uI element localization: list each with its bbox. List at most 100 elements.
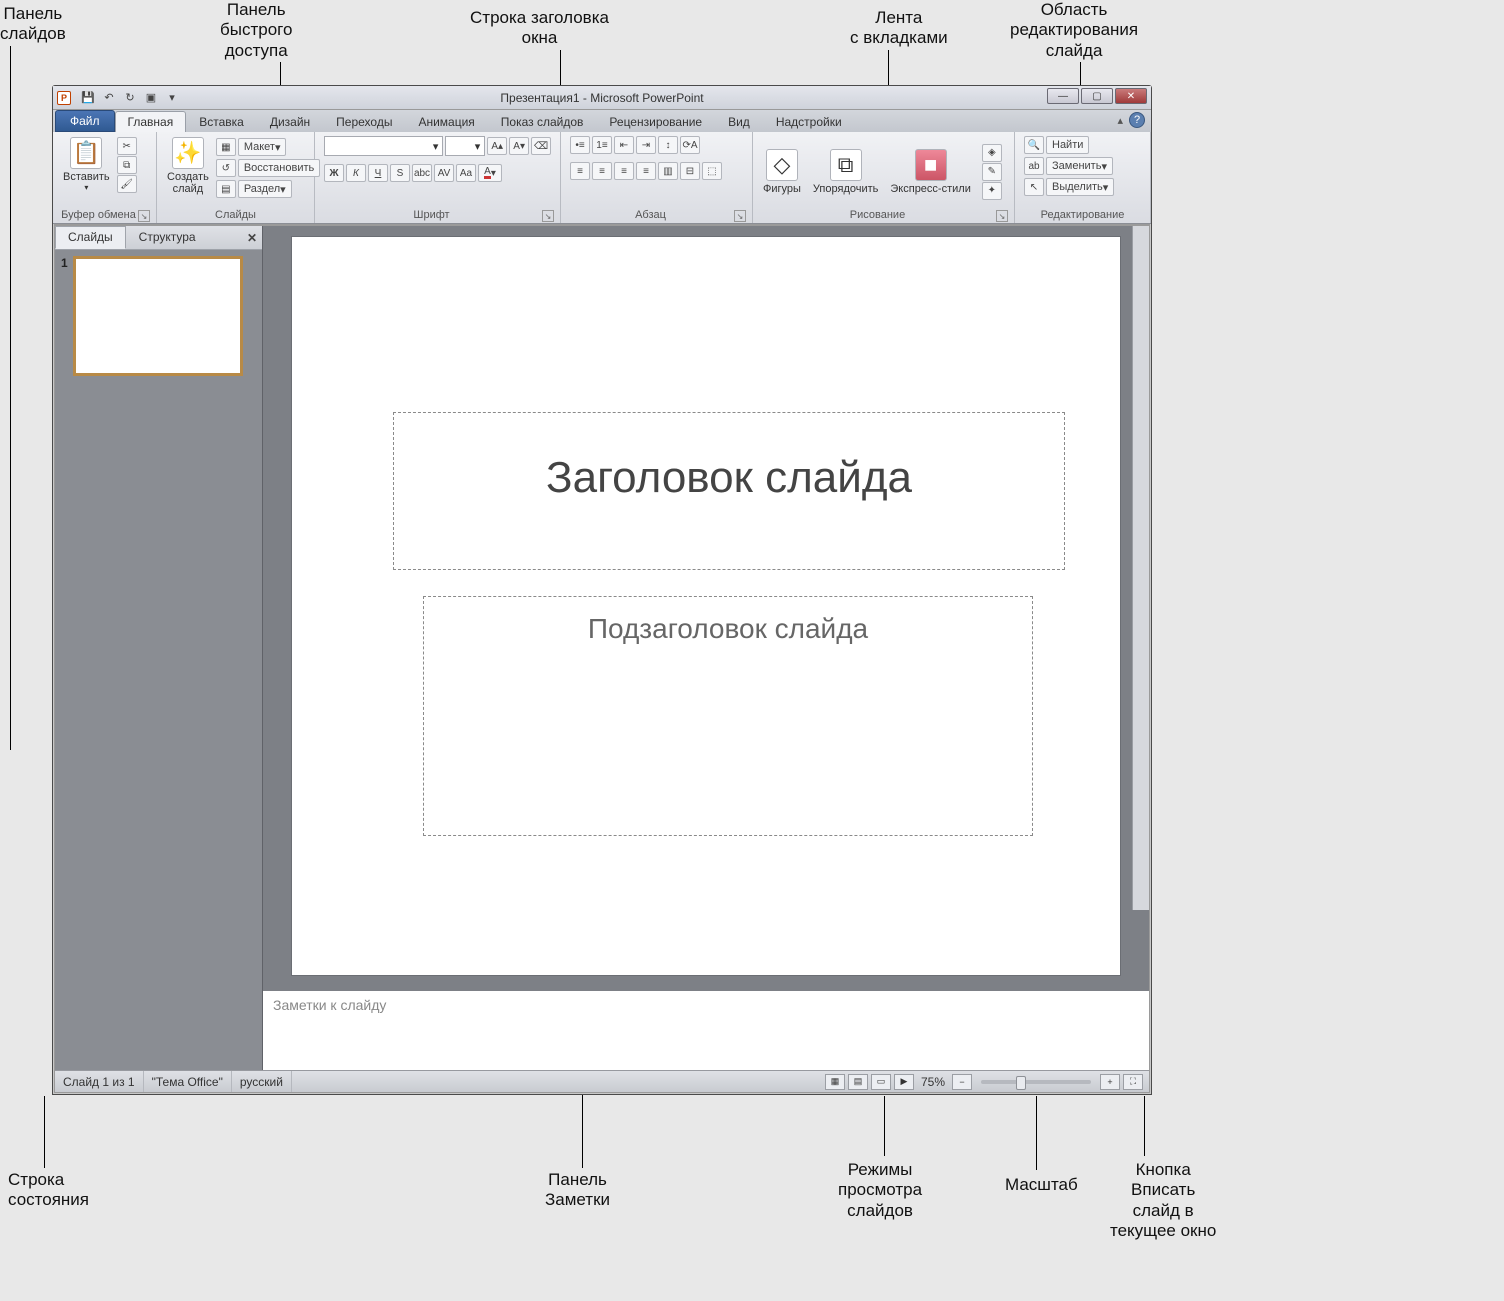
tab-transitions[interactable]: Переходы <box>323 111 405 132</box>
replace-button[interactable]: Заменить ▾ <box>1046 157 1113 175</box>
minimize-button[interactable]: — <box>1047 88 1079 104</box>
tab-outline[interactable]: Структура <box>126 226 209 249</box>
dialog-launcher-icon[interactable]: ↘ <box>996 210 1008 222</box>
group-drawing: ◇Фигуры ⧉Упорядочить ■Экспресс-стили ◈ ✎… <box>753 132 1015 223</box>
notes-pane[interactable]: Заметки к слайду <box>263 990 1149 1070</box>
align-left-icon[interactable]: ≡ <box>570 162 590 180</box>
strike-button[interactable]: S <box>390 164 410 182</box>
dialog-launcher-icon[interactable]: ↘ <box>734 210 746 222</box>
reset-button[interactable]: Восстановить <box>238 159 320 177</box>
align-text-icon[interactable]: ⊟ <box>680 162 700 180</box>
sorter-view-icon[interactable]: ▤ <box>848 1074 868 1090</box>
shape-fill-icon[interactable]: ◈ <box>982 144 1002 162</box>
tab-design[interactable]: Дизайн <box>257 111 323 132</box>
fit-to-window-icon[interactable]: ⛶ <box>1123 1074 1143 1090</box>
bold-button[interactable]: Ж <box>324 164 344 182</box>
shadow-button[interactable]: abc <box>412 164 432 182</box>
italic-button[interactable]: К <box>346 164 366 182</box>
status-slide-count[interactable]: Слайд 1 из 1 <box>55 1071 144 1092</box>
slideshow-icon[interactable]: ▣ <box>142 90 160 106</box>
shape-outline-icon[interactable]: ✎ <box>982 163 1002 181</box>
normal-view-icon[interactable]: ▦ <box>825 1074 845 1090</box>
ribbon: 📋 Вставить ▾ ✂ ⧉ 🖌 Буфер обмена ↘ ✨ <box>53 132 1151 224</box>
zoom-percent[interactable]: 75% <box>921 1075 945 1089</box>
convert-smartart-icon[interactable]: ⬚ <box>702 162 722 180</box>
shapes-button[interactable]: ◇Фигуры <box>759 147 805 197</box>
maximize-button[interactable]: ▢ <box>1081 88 1113 104</box>
cut-icon[interactable]: ✂ <box>117 137 137 155</box>
tab-slideshow[interactable]: Показ слайдов <box>488 111 597 132</box>
copy-icon[interactable]: ⧉ <box>117 156 137 174</box>
new-slide-button[interactable]: ✨ Создать слайд <box>163 135 213 197</box>
undo-icon[interactable]: ↶ <box>100 90 118 106</box>
tab-addins[interactable]: Надстройки <box>763 111 855 132</box>
close-panel-icon[interactable]: ✕ <box>242 226 262 249</box>
status-theme[interactable]: "Тема Office" <box>144 1071 232 1092</box>
find-button[interactable]: Найти <box>1046 136 1089 154</box>
underline-button[interactable]: Ч <box>368 164 388 182</box>
grow-font-icon[interactable]: A▴ <box>487 137 507 155</box>
subtitle-placeholder[interactable]: Подзаголовок слайда <box>423 596 1033 836</box>
shape-effects-icon[interactable]: ✦ <box>982 182 1002 200</box>
reading-view-icon[interactable]: ▭ <box>871 1074 891 1090</box>
columns-icon[interactable]: ▥ <box>658 162 678 180</box>
reset-icon[interactable]: ↺ <box>216 159 236 177</box>
bullets-icon[interactable]: •≡ <box>570 136 590 154</box>
change-case-button[interactable]: Aa <box>456 164 476 182</box>
format-painter-icon[interactable]: 🖌 <box>117 175 137 193</box>
tab-view[interactable]: Вид <box>715 111 763 132</box>
decrease-indent-icon[interactable]: ⇤ <box>614 136 634 154</box>
zoom-slider[interactable] <box>981 1080 1091 1084</box>
tab-slides-thumbnails[interactable]: Слайды <box>55 226 126 249</box>
font-name-combo[interactable]: ▾ <box>324 136 443 156</box>
vertical-scrollbar[interactable] <box>1132 226 1149 910</box>
font-color-button[interactable]: A▾ <box>478 164 502 182</box>
section-button[interactable]: Раздел ▾ <box>238 180 292 198</box>
status-right: ▦ ▤ ▭ ▶ 75% − + ⛶ <box>825 1074 1149 1090</box>
increase-indent-icon[interactable]: ⇥ <box>636 136 656 154</box>
title-placeholder[interactable]: Заголовок слайда <box>393 412 1065 570</box>
justify-icon[interactable]: ≡ <box>636 162 656 180</box>
spacing-button[interactable]: AV <box>434 164 454 182</box>
thumbnail-row[interactable]: 1 <box>55 250 262 382</box>
layout-icon[interactable]: ▦ <box>216 138 236 156</box>
slide-editing-area[interactable]: Заголовок слайда Подзаголовок слайда <box>263 226 1149 990</box>
group-label: Рисование <box>759 208 996 223</box>
ribbon-tabstrip: Файл Главная Вставка Дизайн Переходы Ани… <box>53 110 1151 132</box>
dialog-launcher-icon[interactable]: ↘ <box>138 210 150 222</box>
numbering-icon[interactable]: 1≡ <box>592 136 612 154</box>
tab-animation[interactable]: Анимация <box>405 111 487 132</box>
align-center-icon[interactable]: ≡ <box>592 162 612 180</box>
slideshow-view-icon[interactable]: ▶ <box>894 1074 914 1090</box>
group-label: Буфер обмена <box>59 208 138 223</box>
tab-review[interactable]: Рецензирование <box>596 111 715 132</box>
section-icon[interactable]: ▤ <box>216 180 236 198</box>
arrange-button[interactable]: ⧉Упорядочить <box>809 147 882 197</box>
tab-file[interactable]: Файл <box>55 110 115 132</box>
save-icon[interactable]: 💾 <box>79 90 97 106</box>
help-icon[interactable]: ? <box>1129 112 1145 128</box>
shrink-font-icon[interactable]: A▾ <box>509 137 529 155</box>
zoom-in-icon[interactable]: + <box>1100 1074 1120 1090</box>
tab-home[interactable]: Главная <box>115 111 187 132</box>
line-spacing-icon[interactable]: ↕ <box>658 136 678 154</box>
minimize-ribbon-icon[interactable]: ▴ <box>1117 114 1123 127</box>
tab-insert[interactable]: Вставка <box>186 111 257 132</box>
title-bar[interactable]: P 💾 ↶ ↻ ▣ ▾ Презентация1 - Microsoft Pow… <box>53 86 1151 110</box>
clear-format-icon[interactable]: ⌫ <box>531 137 551 155</box>
font-size-combo[interactable]: ▾ <box>445 136 485 156</box>
select-button[interactable]: Выделить ▾ <box>1046 178 1114 196</box>
paste-button[interactable]: 📋 Вставить ▾ <box>59 135 114 194</box>
layout-button[interactable]: Макет ▾ <box>238 138 287 156</box>
close-button[interactable]: ✕ <box>1115 88 1147 104</box>
align-right-icon[interactable]: ≡ <box>614 162 634 180</box>
status-language[interactable]: русский <box>232 1071 292 1092</box>
callout-slides-panel: Панельслайдов <box>0 4 66 45</box>
redo-icon[interactable]: ↻ <box>121 90 139 106</box>
zoom-out-icon[interactable]: − <box>952 1074 972 1090</box>
text-direction-icon[interactable]: ⟳A <box>680 136 700 154</box>
quickstyles-button[interactable]: ■Экспресс-стили <box>886 147 974 197</box>
dialog-launcher-icon[interactable]: ↘ <box>542 210 554 222</box>
qat-customize-icon[interactable]: ▾ <box>163 90 181 106</box>
slide-thumbnail[interactable] <box>73 256 243 376</box>
